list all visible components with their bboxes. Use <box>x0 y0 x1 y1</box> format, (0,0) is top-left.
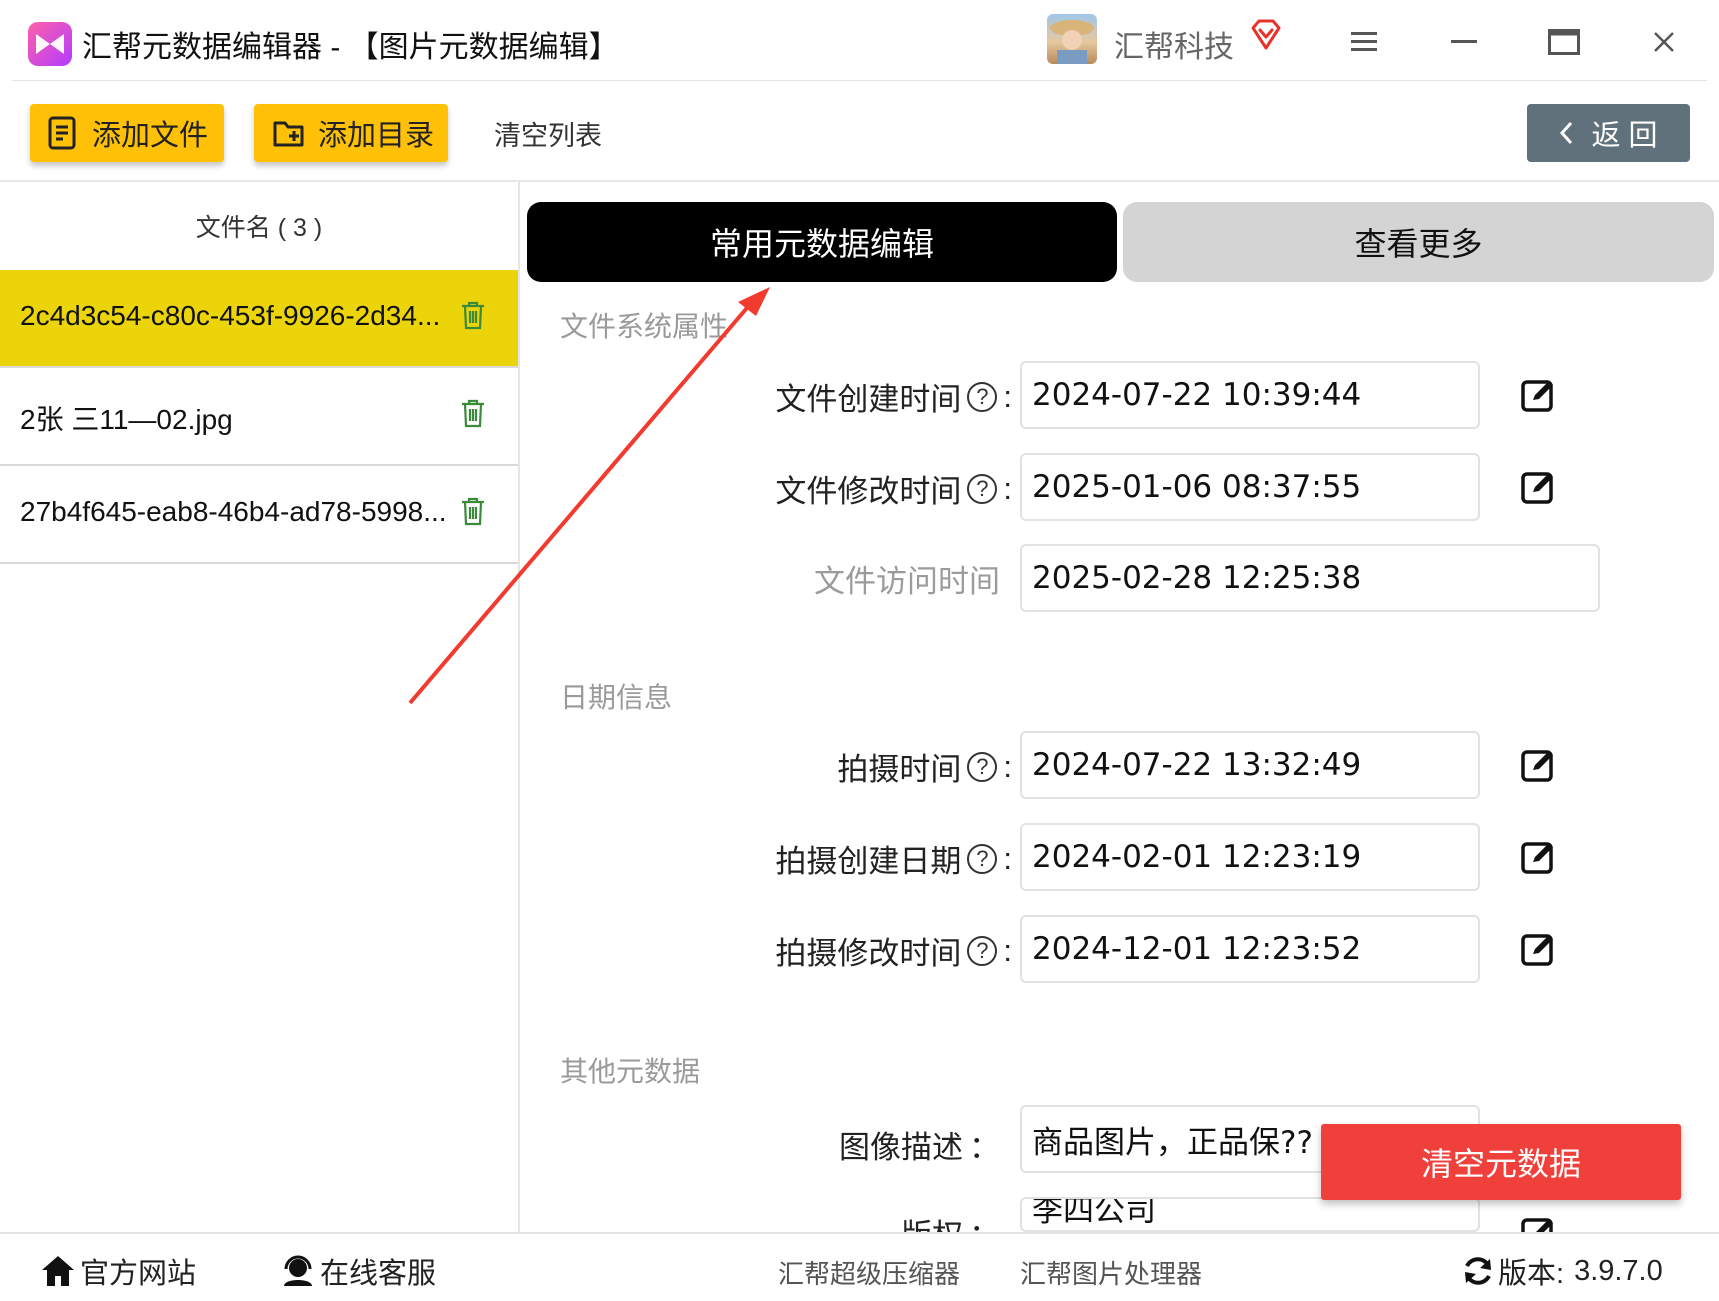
website-label: 官方网站 <box>80 1258 197 1290</box>
clear-metadata-button[interactable]: 清空元数据 <box>1321 1124 1681 1200</box>
trash-icon[interactable] <box>460 300 490 334</box>
label-text: 拍摄时间 <box>837 752 962 787</box>
vip-diamond-icon[interactable] <box>1249 18 1283 57</box>
add-folder-label: 添加目录 <box>318 120 435 152</box>
field-label-modified: 文件修改时间 ?: <box>700 466 1012 511</box>
label-text: 文件修改时间 <box>775 474 962 509</box>
help-icon[interactable]: ? <box>967 473 998 504</box>
title-bar: 汇帮元数据编辑器 - 【图片元数据编辑】 汇帮科技 <box>0 0 1719 84</box>
edit-icon[interactable] <box>1519 376 1559 416</box>
maximize-icon[interactable] <box>1538 18 1590 66</box>
field-label-copyright: 版权： <box>700 1210 1000 1232</box>
field-label-shot-created: 拍摄创建日期 ?: <box>700 836 1012 881</box>
file-row[interactable]: 2c4d3c54-c80c-453f-9926-2d34... <box>0 270 518 368</box>
help-icon[interactable]: ? <box>967 935 998 966</box>
minimize-icon[interactable] <box>1438 18 1490 66</box>
modified-time-input[interactable]: 2025-01-06 08:37:55 <box>1020 453 1480 521</box>
file-name: 2c4d3c54-c80c-453f-9926-2d34... <box>20 300 441 331</box>
image-processor-link[interactable]: 汇帮图片处理器 <box>1020 1254 1202 1291</box>
company-name: 汇帮科技 <box>1114 31 1234 64</box>
online-support-link[interactable]: 在线客服 <box>280 1250 436 1292</box>
file-list-header: 文件名 ( 3 ) <box>0 182 518 272</box>
field-label-created: 文件创建时间 ?: <box>700 374 1012 419</box>
version-info[interactable]: 版本: 3.9.7.0 <box>1462 1250 1663 1292</box>
add-file-button[interactable]: 添加文件 <box>30 104 224 162</box>
user-avatar[interactable] <box>1047 14 1097 64</box>
shot-created-input[interactable]: 2024-02-01 12:23:19 <box>1020 823 1480 891</box>
close-icon[interactable] <box>1638 18 1690 66</box>
field-label-accessed: 文件访问时间 <box>814 564 1000 599</box>
help-icon[interactable]: ? <box>967 843 998 874</box>
app-logo-icon <box>28 22 72 66</box>
shot-modified-input[interactable]: 2024-12-01 12:23:52 <box>1020 915 1480 983</box>
back-button[interactable]: 返 回 <box>1527 104 1690 162</box>
edit-icon[interactable] <box>1519 746 1559 786</box>
edit-icon[interactable] <box>1519 930 1559 970</box>
edit-icon[interactable] <box>1519 1214 1559 1232</box>
label-text: 文件创建时间 <box>775 382 962 417</box>
tab-view-more[interactable]: 查看更多 <box>1123 202 1714 282</box>
help-icon[interactable]: ? <box>967 751 998 782</box>
section-filesystem-title: 文件系统属性 <box>560 311 729 342</box>
label-text: 拍摄创建日期 <box>775 844 962 879</box>
shot-time-input[interactable]: 2024-07-22 13:32:49 <box>1020 731 1480 799</box>
back-label: 返 回 <box>1591 120 1658 152</box>
copyright-input[interactable]: 李四公司 <box>1020 1197 1480 1232</box>
field-label-shot-time: 拍摄时间 ?: <box>700 744 1012 789</box>
clear-list-button[interactable]: 清空列表 <box>494 114 602 153</box>
chevron-left-icon <box>1560 121 1573 145</box>
status-bar: 官方网站 在线客服 汇帮超级压缩器 汇帮图片处理器 版本: 3.9.7.0 <box>0 1232 1719 1301</box>
field-label-shot-modified: 拍摄修改时间 ?: <box>700 928 1012 973</box>
file-row[interactable]: 2张 三11—02.jpg <box>0 368 518 466</box>
created-time-input[interactable]: 2024-07-22 10:39:44 <box>1020 361 1480 429</box>
label-text: 版权 <box>901 1210 963 1232</box>
compressor-link[interactable]: 汇帮超级压缩器 <box>778 1254 960 1291</box>
help-icon[interactable]: ? <box>967 381 998 412</box>
folder-add-icon <box>273 121 304 147</box>
file-list-icon <box>48 116 76 150</box>
section-date-title: 日期信息 <box>560 682 673 713</box>
menu-icon[interactable] <box>1338 18 1390 66</box>
edit-icon[interactable] <box>1519 468 1559 508</box>
label-text: 拍摄修改时间 <box>775 936 962 971</box>
headset-icon <box>284 1255 312 1286</box>
add-file-label: 添加文件 <box>92 120 209 152</box>
toolbar: 添加文件 添加目录 清空列表 返 回 <box>0 84 1719 182</box>
accessed-time-input: 2025-02-28 12:25:38 <box>1020 544 1600 612</box>
label-text: 图像描述 <box>839 1130 963 1165</box>
trash-icon[interactable] <box>460 398 490 432</box>
version-label: 版本: <box>1498 1258 1565 1290</box>
add-folder-button[interactable]: 添加目录 <box>254 104 448 162</box>
field-label-description: 图像描述： <box>700 1122 1000 1167</box>
file-name: 27b4f645-eab8-46b4-ad78-5998... <box>20 496 447 527</box>
file-name: 2张 三11—02.jpg <box>20 404 233 435</box>
file-row[interactable]: 27b4f645-eab8-46b4-ad78-5998... <box>0 466 518 564</box>
support-label: 在线客服 <box>320 1258 437 1290</box>
window-title: 汇帮元数据编辑器 - 【图片元数据编辑】 <box>82 31 619 64</box>
refresh-icon <box>1465 1257 1491 1285</box>
home-icon <box>42 1256 74 1286</box>
edit-icon[interactable] <box>1519 838 1559 878</box>
version-number: 3.9.7.0 <box>1574 1254 1663 1287</box>
trash-icon[interactable] <box>460 496 490 530</box>
official-website-link[interactable]: 官方网站 <box>40 1250 196 1292</box>
section-other-title: 其他元数据 <box>560 1056 701 1087</box>
tab-common-metadata[interactable]: 常用元数据编辑 <box>527 202 1117 282</box>
file-list-panel: 文件名 ( 3 ) 2c4d3c54-c80c-453f-9926-2d34..… <box>0 182 520 1232</box>
